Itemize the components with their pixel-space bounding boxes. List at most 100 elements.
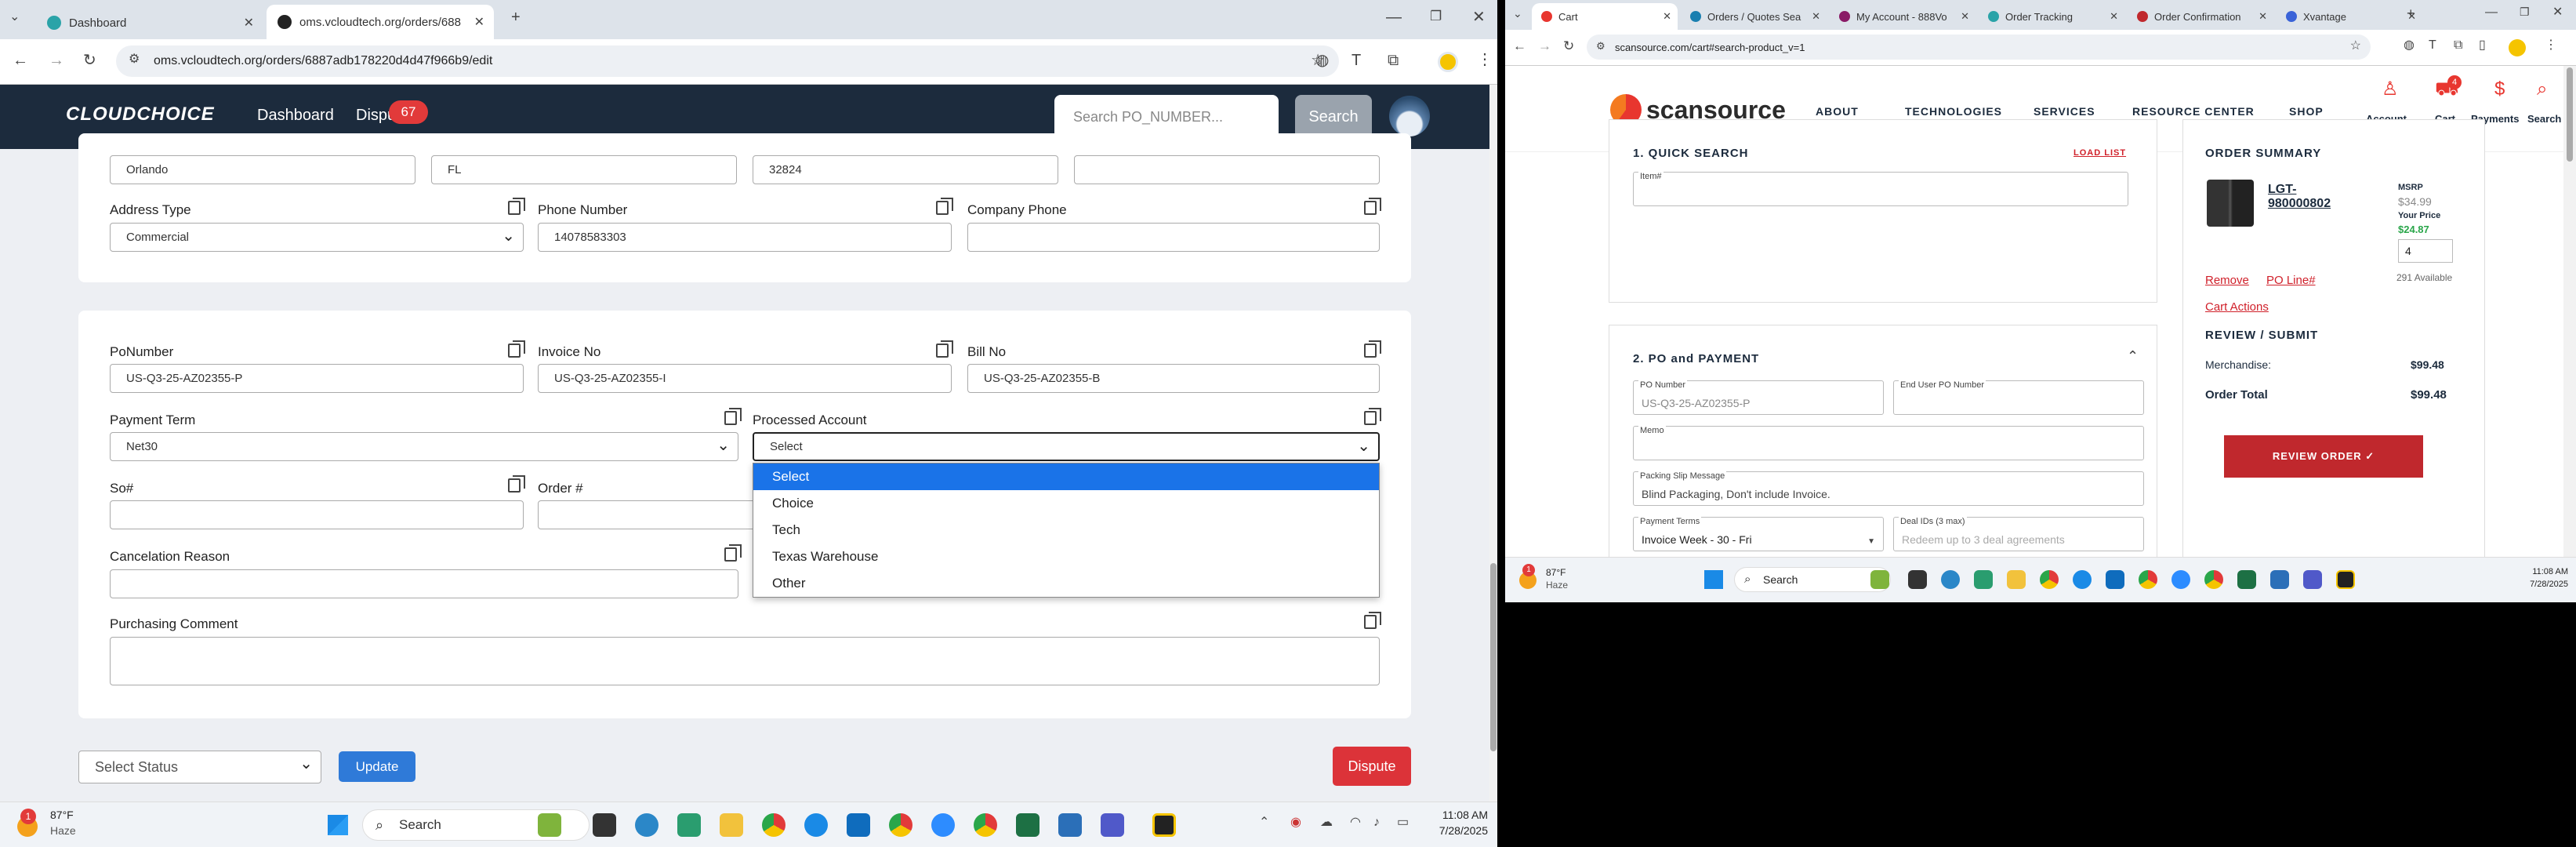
nav-shop[interactable]: SHOP bbox=[2289, 105, 2324, 118]
close-icon[interactable]: ✕ bbox=[1812, 10, 1820, 23]
copy-icon[interactable] bbox=[1364, 340, 1381, 358]
page-scrollbar[interactable] bbox=[1489, 85, 1497, 806]
reload-icon[interactable]: ↻ bbox=[83, 53, 96, 68]
cloudchoice-logo[interactable]: CLOUDCHOICE bbox=[66, 104, 215, 125]
wifi-icon[interactable]: ◠ bbox=[1350, 816, 1361, 829]
folder-icon[interactable] bbox=[720, 813, 743, 837]
nav-resource-center[interactable]: RESOURCE CENTER bbox=[2132, 105, 2255, 118]
close-icon[interactable]: ✕ bbox=[1961, 10, 1969, 23]
tab-dashboard[interactable]: Dashboard ✕ bbox=[36, 6, 263, 39]
copy-icon[interactable] bbox=[1364, 198, 1381, 215]
address-bar[interactable]: ⚙ scansource.com/cart#search-product_v=1… bbox=[1587, 35, 2371, 60]
zip-field[interactable]: 32824 bbox=[753, 155, 1058, 184]
dispute-button[interactable]: Dispute bbox=[1333, 747, 1411, 786]
windows-start-icon[interactable] bbox=[328, 815, 348, 835]
tray-chevron-icon[interactable]: ⌃ bbox=[1259, 816, 1269, 829]
photos-icon[interactable] bbox=[2270, 570, 2289, 589]
tab-search-icon[interactable]: ⌄ bbox=[1513, 8, 1522, 19]
remove-link[interactable]: Remove bbox=[2205, 274, 2249, 287]
close-icon[interactable]: ✕ bbox=[2110, 10, 2118, 23]
extension-icon[interactable]: ◍ bbox=[2404, 39, 2415, 52]
new-tab-icon[interactable]: + bbox=[2407, 6, 2415, 20]
reload-icon[interactable]: ↻ bbox=[1563, 39, 1574, 53]
scrollbar-thumb[interactable] bbox=[2567, 67, 2573, 162]
tab-order-tracking[interactable]: Order Tracking ✕ bbox=[1979, 3, 2124, 30]
excel-icon[interactable] bbox=[1016, 813, 1039, 837]
copy-icon[interactable] bbox=[1364, 612, 1381, 629]
tab-cart[interactable]: Cart ✕ bbox=[1532, 3, 1678, 30]
menu-kebab-icon[interactable]: ⋮ bbox=[1477, 52, 1493, 67]
windows-start-icon[interactable] bbox=[1704, 570, 1723, 589]
nav-about[interactable]: ABOUT bbox=[1816, 105, 1859, 118]
end-user-po-field[interactable]: End User PO Number bbox=[1893, 380, 2144, 415]
chrome-profile-icon[interactable] bbox=[2139, 570, 2157, 589]
file-icon[interactable] bbox=[1908, 570, 1927, 589]
forward-icon[interactable]: → bbox=[1538, 39, 1551, 53]
tab-search-icon[interactable]: ⌄ bbox=[9, 11, 20, 24]
chrome-icon[interactable] bbox=[762, 813, 785, 837]
close-window-icon[interactable]: ✕ bbox=[2552, 6, 2563, 19]
reading-icon[interactable]: T bbox=[2429, 39, 2436, 52]
maximize-icon[interactable]: ❐ bbox=[2520, 6, 2530, 17]
memo-field[interactable]: Memo bbox=[1633, 426, 2144, 460]
close-icon[interactable]: ✕ bbox=[474, 14, 484, 30]
collapse-chevron-icon[interactable]: ⌃ bbox=[2127, 349, 2139, 363]
account-icon[interactable]: ♙ bbox=[2382, 80, 2399, 99]
chrome-profile-icon[interactable] bbox=[889, 813, 912, 837]
extensions-puzzle-icon[interactable]: ⧉ bbox=[1388, 53, 1399, 68]
extensions-puzzle-icon[interactable]: ⧉ bbox=[2454, 39, 2462, 52]
back-icon[interactable]: ← bbox=[1513, 39, 1526, 53]
browser-icon[interactable] bbox=[635, 813, 659, 837]
minimize-icon[interactable]: — bbox=[1386, 9, 1402, 25]
city-field[interactable]: Orlando bbox=[110, 155, 415, 184]
teams-icon[interactable] bbox=[2303, 570, 2322, 589]
copy-icon[interactable] bbox=[936, 198, 953, 215]
outlook-icon[interactable] bbox=[2106, 570, 2124, 589]
invoice-field[interactable]: US-Q3-25-AZ02355-I bbox=[538, 364, 952, 393]
site-info-icon[interactable]: ⚙ bbox=[1596, 41, 1605, 51]
extension-icon[interactable]: ◍ bbox=[1315, 53, 1329, 68]
sidebar-icon[interactable]: ▯ bbox=[2479, 39, 2486, 52]
search-icon[interactable]: ⌕ bbox=[2537, 80, 2547, 99]
clock-date[interactable]: 7/28/2025 bbox=[2505, 580, 2568, 589]
calculator-icon[interactable] bbox=[1974, 570, 1993, 589]
file-icon[interactable] bbox=[593, 813, 616, 837]
tab-my-account[interactable]: My Account - 888Vo ✕ bbox=[1830, 3, 1976, 30]
chrome-alt-icon[interactable] bbox=[974, 813, 997, 837]
tab-orders[interactable]: Orders / Quotes Sea ✕ bbox=[1681, 3, 1827, 30]
copy-icon[interactable] bbox=[936, 340, 953, 358]
review-order-button[interactable]: REVIEW ORDER ✓ bbox=[2224, 435, 2423, 478]
so-field[interactable] bbox=[110, 500, 524, 529]
bill-field[interactable]: US-Q3-25-AZ02355-B bbox=[967, 364, 1380, 393]
clock-time[interactable]: 11:08 AM bbox=[1433, 809, 1488, 821]
plant-icon[interactable] bbox=[538, 813, 561, 837]
page-scrollbar[interactable] bbox=[2563, 66, 2576, 602]
po-line-link[interactable]: PO Line# bbox=[2266, 274, 2316, 287]
excel-icon[interactable] bbox=[2237, 570, 2256, 589]
maximize-icon[interactable]: ❐ bbox=[1430, 9, 1442, 23]
option-other[interactable]: Other bbox=[753, 570, 1379, 597]
menu-kebab-icon[interactable]: ⋮ bbox=[2545, 39, 2557, 52]
new-tab-icon[interactable]: + bbox=[511, 9, 521, 25]
close-icon[interactable]: ✕ bbox=[1663, 10, 1671, 23]
tab-order-confirmation[interactable]: Order Confirmation ✕ bbox=[2128, 3, 2273, 30]
site-info-icon[interactable]: ⚙ bbox=[129, 53, 140, 66]
browser-icon[interactable] bbox=[1941, 570, 1960, 589]
user-avatar[interactable] bbox=[1389, 96, 1430, 136]
minimize-icon[interactable]: — bbox=[2485, 6, 2498, 19]
company-phone-field[interactable] bbox=[967, 223, 1380, 252]
edge-icon[interactable] bbox=[2073, 570, 2092, 589]
copy-icon[interactable] bbox=[508, 475, 525, 493]
clock-date[interactable]: 7/28/2025 bbox=[1433, 824, 1488, 837]
clock-time[interactable]: 11:08 AM bbox=[2505, 567, 2568, 576]
tray-network-icon[interactable]: ☁ bbox=[1320, 816, 1333, 829]
tray-app-icon[interactable]: ◉ bbox=[1290, 816, 1301, 829]
tab-xvantage[interactable]: Xvantage ✕ bbox=[2277, 3, 2422, 30]
photos-icon[interactable] bbox=[1058, 813, 1082, 837]
nav-services[interactable]: SERVICES bbox=[2034, 105, 2095, 118]
cancelation-field[interactable] bbox=[110, 569, 738, 598]
copy-icon[interactable] bbox=[508, 340, 525, 358]
processed-account-select[interactable]: Select bbox=[753, 432, 1380, 461]
tab-oms-edit[interactable]: oms.vcloudtech.org/orders/688 ✕ bbox=[267, 5, 494, 39]
deal-ids-field[interactable]: Deal IDs (3 max) Redeem up to 3 deal agre… bbox=[1893, 517, 2144, 551]
